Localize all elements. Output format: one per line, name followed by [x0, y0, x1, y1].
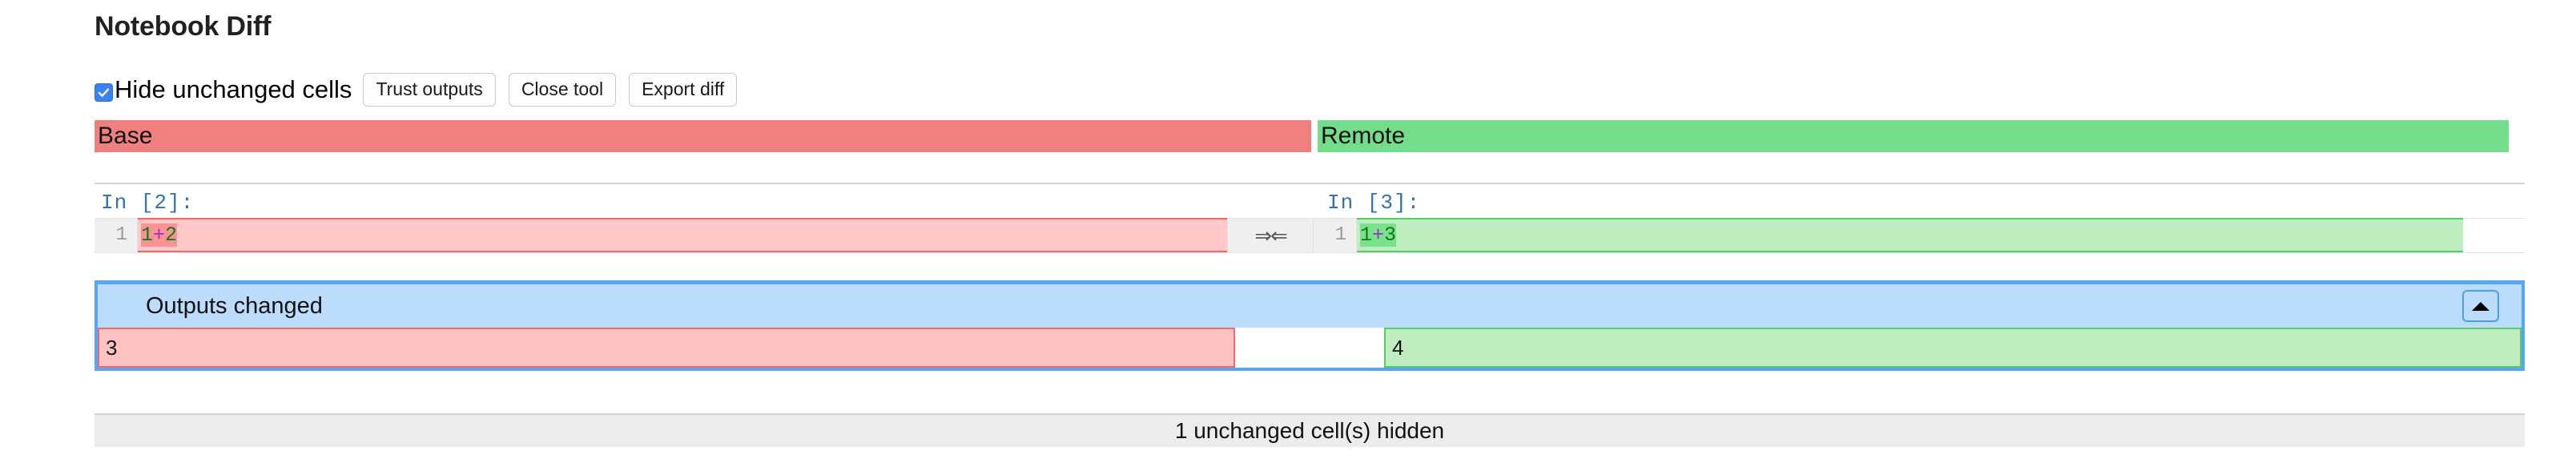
remote-output-value: 4 — [1384, 328, 2522, 368]
remote-source-line[interactable]: 1+3 — [1357, 218, 2463, 252]
outputs-diff-row: 3 4 — [98, 328, 2522, 368]
page-title: Notebook Diff — [95, 11, 272, 42]
base-pane-header: Base — [95, 120, 1311, 152]
outputs-changed-header[interactable]: Outputs changed — [98, 284, 2522, 328]
hide-unchanged-label[interactable]: Hide unchanged cells — [115, 75, 352, 104]
notebook-diff-page: Notebook Diff Hide unchanged cells Trust… — [0, 0, 2576, 471]
remote-execution-prompt: In [3]: — [1327, 191, 1421, 215]
base-source-line[interactable]: 1+2 — [138, 218, 1227, 252]
base-output-value: 3 — [98, 328, 1235, 368]
remote-line-number: 1 — [1314, 219, 1357, 252]
base-line-number: 1 — [95, 219, 138, 252]
outputs-gap — [1235, 328, 1384, 368]
collapse-outputs-button[interactable] — [2462, 290, 2499, 322]
remote-pane-header: Remote — [1318, 120, 2509, 152]
pane-headers: Base Remote — [95, 120, 2509, 152]
outputs-changed-label: Outputs changed — [146, 293, 323, 319]
merge-action-column[interactable]: ⇒⇐ — [1227, 219, 1314, 252]
trust-outputs-button[interactable]: Trust outputs — [363, 73, 496, 107]
hidden-cells-bar[interactable]: 1 unchanged cell(s) hidden — [95, 413, 2525, 447]
close-tool-button[interactable]: Close tool — [508, 73, 617, 107]
base-pane-label: Base — [98, 123, 153, 149]
export-diff-button[interactable]: Export diff — [629, 73, 738, 107]
triangle-up-icon — [2472, 301, 2489, 311]
source-diff-row: 1 1+2 ⇒⇐ 1 1+3 — [95, 218, 2525, 253]
remote-pane-label: Remote — [1321, 123, 1406, 149]
prompt-row: In [2]: In [3]: — [95, 184, 2525, 218]
remote-added-token: 1+3 — [1360, 223, 1397, 247]
base-execution-prompt: In [2]: — [101, 191, 195, 215]
outputs-changed-panel: Outputs changed 3 4 — [95, 280, 2525, 371]
base-removed-token: 1+2 — [141, 223, 178, 247]
source-row-spacer — [2463, 219, 2525, 252]
hide-unchanged-checkbox[interactable] — [95, 83, 113, 102]
toolbar: Hide unchanged cells Trust outputs Close… — [95, 73, 750, 107]
diff-cell: In [2]: In [3]: 1 1+2 ⇒⇐ 1 1+3 — [95, 183, 2525, 253]
